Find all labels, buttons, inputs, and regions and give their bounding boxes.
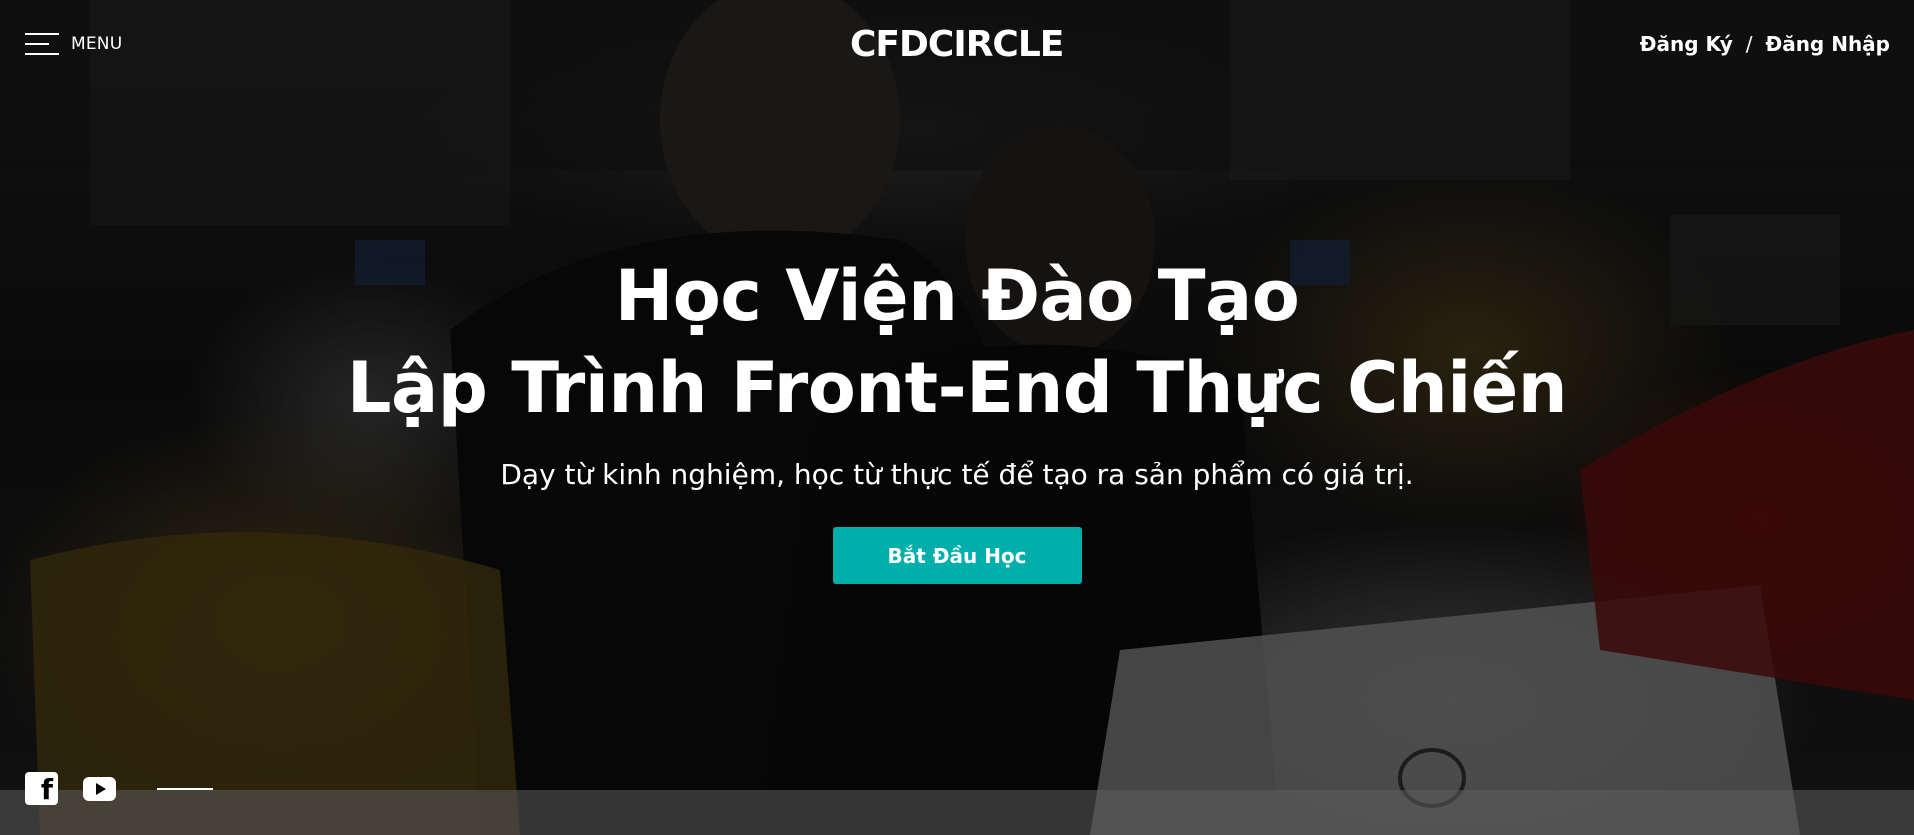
social-links: f [25,772,213,805]
menu-label: MENU [71,34,123,54]
login-link[interactable]: Đăng Nhập [1765,32,1890,56]
hero-title-line1: Học Viện Đào Tạo [614,255,1300,337]
start-learning-button[interactable]: Bắt Đầu Học [832,527,1082,584]
auth-links: Đăng Ký / Đăng Nhập [1640,32,1890,56]
menu-button[interactable]: MENU [25,32,122,56]
logo-text: CFDCIRCLE [850,24,1064,65]
facebook-icon[interactable]: f [25,772,58,805]
social-divider [157,787,213,790]
youtube-icon[interactable] [83,776,116,801]
auth-separator: / [1745,32,1753,56]
hero-content: Học Viện Đào Tạo Lập Trình Front-End Thự… [0,250,1914,584]
hamburger-icon [25,32,59,56]
hero-subtitle: Dạy từ kinh nghiệm, học từ thực tế để tạ… [500,458,1414,491]
hero-section: MENU CFDCIRCLE Đăng Ký / Đăng Nhập Học V… [0,0,1914,835]
register-link[interactable]: Đăng Ký [1640,32,1733,56]
hero-title-line2: Lập Trình Front-End Thực Chiến [346,347,1568,429]
hero-title: Học Viện Đào Tạo Lập Trình Front-End Thự… [0,250,1914,434]
site-logo[interactable]: CFDCIRCLE [850,24,1064,65]
